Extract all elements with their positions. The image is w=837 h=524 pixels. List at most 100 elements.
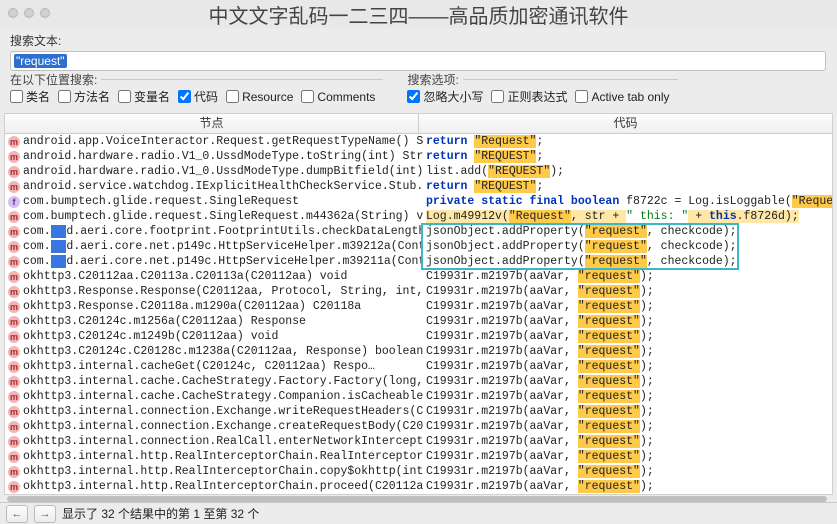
location-check-5[interactable]: Comments [301,88,375,105]
node-cell: mokhttp3.C20124c.m1256a(C20112aa) Respon… [5,314,423,329]
method-icon: m [8,316,20,328]
location-check-checkbox-5[interactable] [301,90,314,103]
table-row[interactable]: mokhttp3.C20124c.m1249b(C20112aa) voidC1… [5,329,832,344]
location-check-checkbox-3[interactable] [178,90,191,103]
table-row[interactable]: mokhttp3.internal.connection.Exchange.cr… [5,419,832,434]
table-row[interactable]: mokhttp3.internal.cache.CacheStrategy.Fa… [5,374,832,389]
method-icon: m [8,211,20,223]
location-check-1[interactable]: 方法名 [58,88,110,105]
method-icon: m [8,376,20,388]
node-cell: mcom. d.aeri.core.footprint.FootprintUti… [5,224,423,239]
method-icon: m [8,391,20,403]
field-icon: f [8,196,20,208]
table-row[interactable]: mokhttp3.internal.cache.CacheStrategy.Co… [5,389,832,404]
code-cell: private static final boolean f8722c = Lo… [423,194,832,209]
table-row[interactable]: mcom. d.aeri.core.net.p149c.HttpServiceH… [5,239,832,254]
node-cell: mokhttp3.internal.cache.CacheStrategy.Co… [5,389,423,404]
method-icon: m [8,271,20,283]
prev-button[interactable]: ← [6,505,28,523]
table-row[interactable]: mokhttp3.C20124c.C20128c.m1238a(C20112aa… [5,344,832,359]
node-cell: mcom.bumptech.glide.request.SingleReques… [5,209,423,224]
code-cell: C19931r.m2197b(aaVar, "request"); [423,329,832,344]
code-cell: C19931r.m2197b(aaVar, "request"); [423,389,832,404]
table-row[interactable]: mandroid.app.VoiceInteractor.Request.get… [5,134,832,149]
method-icon: m [8,226,20,238]
code-cell: C19931r.m2197b(aaVar, "request"); [423,314,832,329]
title-bar: 中文文字乱码一二三四——高品质加密通讯软件 [0,0,837,28]
location-check-0[interactable]: 类名 [10,88,50,105]
table-row[interactable]: mokhttp3.C20112aa.C20113a.C20113a(C20112… [5,269,832,284]
option-check-2[interactable]: Active tab only [575,88,669,105]
table-row[interactable]: mandroid.service.watchdog.IExplicitHealt… [5,179,832,194]
table-row[interactable]: mokhttp3.Response.C20118a.m1290a(C20112a… [5,299,832,314]
table-row[interactable]: mokhttp3.C20124c.m1256a(C20112aa) Respon… [5,314,832,329]
code-cell: list.add("REQUEST"); [423,164,832,179]
option-check-checkbox-1[interactable] [491,90,504,103]
code-cell: return "Request"; [423,134,832,149]
column-code[interactable]: 代码 [419,114,832,133]
method-icon: m [8,436,20,448]
minimize-icon[interactable] [24,8,34,18]
method-icon: m [8,136,20,148]
table-row[interactable]: mokhttp3.internal.cacheGet(C20124c, C201… [5,359,832,374]
node-cell: mokhttp3.internal.http.RealInterceptorCh… [5,479,423,494]
method-icon: m [8,181,20,193]
table-row[interactable]: mokhttp3.internal.http.RealInterceptorCh… [5,479,832,494]
column-node[interactable]: 节点 [5,114,419,133]
status-text: 显示了 32 个结果中的第 1 至第 32 个 [62,505,259,522]
code-cell: Log.m49912v("Request", str + " this: " +… [423,209,832,224]
locations-legend: 在以下位置搜索: [10,71,101,88]
location-check-checkbox-0[interactable] [10,90,23,103]
node-cell: mokhttp3.Response.C20118a.m1290a(C20112a… [5,299,423,314]
table-row[interactable]: fcom.bumptech.glide.request.SingleReques… [5,194,832,209]
results-table: 节点 代码 mandroid.app.VoiceInteractor.Reque… [4,113,833,495]
node-cell: fcom.bumptech.glide.request.SingleReques… [5,194,423,209]
code-cell: C19931r.m2197b(aaVar, "request"); [423,479,832,494]
node-cell: mcom. d.aeri.core.net.p149c.HttpServiceH… [5,254,423,269]
node-cell: mokhttp3.internal.connection.Exchange.cr… [5,419,423,434]
option-check-checkbox-2[interactable] [575,90,588,103]
location-check-3[interactable]: 代码 [178,88,218,105]
table-row[interactable]: mcom.bumptech.glide.request.SingleReques… [5,209,832,224]
maximize-icon[interactable] [40,8,50,18]
table-row[interactable]: mokhttp3.internal.connection.Exchange.wr… [5,404,832,419]
table-row[interactable]: mandroid.hardware.radio.V1_0.UssdModeTyp… [5,149,832,164]
table-row[interactable]: mokhttp3.internal.connection.RealCall.en… [5,434,832,449]
table-row[interactable]: mcom. d.aeri.core.footprint.FootprintUti… [5,224,832,239]
search-input[interactable]: "request" [10,51,826,71]
node-cell: mokhttp3.C20124c.m1249b(C20112aa) void [5,329,423,344]
node-cell: mokhttp3.internal.cacheGet(C20124c, C201… [5,359,423,374]
option-check-0[interactable]: 忽略大小写 [407,88,483,105]
option-check-checkbox-0[interactable] [407,90,420,103]
node-cell: mokhttp3.C20112aa.C20113a.C20113a(C20112… [5,269,423,284]
location-check-2[interactable]: 变量名 [118,88,170,105]
table-row[interactable]: mandroid.hardware.radio.V1_0.UssdModeTyp… [5,164,832,179]
code-cell: C19931r.m2197b(aaVar, "request"); [423,449,832,464]
code-cell: C19931r.m2197b(aaVar, "request"); [423,344,832,359]
node-cell: mokhttp3.internal.cache.CacheStrategy.Fa… [5,374,423,389]
method-icon: m [8,241,20,253]
close-icon[interactable] [8,8,18,18]
code-cell: jsonObject.addProperty("request", checkc… [423,254,832,269]
location-check-checkbox-1[interactable] [58,90,71,103]
options-legend: 搜索选项: [407,71,462,88]
search-value: "request" [14,54,67,68]
option-check-1[interactable]: 正则表达式 [491,88,567,105]
code-cell: C19931r.m2197b(aaVar, "request"); [423,434,832,449]
table-row[interactable]: mokhttp3.internal.http.RealInterceptorCh… [5,449,832,464]
table-row[interactable]: mokhttp3.internal.http.RealInterceptorCh… [5,464,832,479]
location-check-checkbox-4[interactable] [226,90,239,103]
code-cell: C19931r.m2197b(aaVar, "request"); [423,464,832,479]
node-cell: mandroid.hardware.radio.V1_0.UssdModeTyp… [5,149,423,164]
location-check-checkbox-2[interactable] [118,90,131,103]
next-button[interactable]: → [34,505,56,523]
method-icon: m [8,301,20,313]
table-row[interactable]: mokhttp3.Response.Response(C20112aa, Pro… [5,284,832,299]
code-cell: jsonObject.addProperty("request", checkc… [423,239,832,254]
location-check-4[interactable]: Resource [226,88,293,105]
window-controls [8,8,50,18]
method-icon: m [8,331,20,343]
code-cell: C19931r.m2197b(aaVar, "request"); [423,374,832,389]
method-icon: m [8,346,20,358]
table-row[interactable]: mcom. d.aeri.core.net.p149c.HttpServiceH… [5,254,832,269]
